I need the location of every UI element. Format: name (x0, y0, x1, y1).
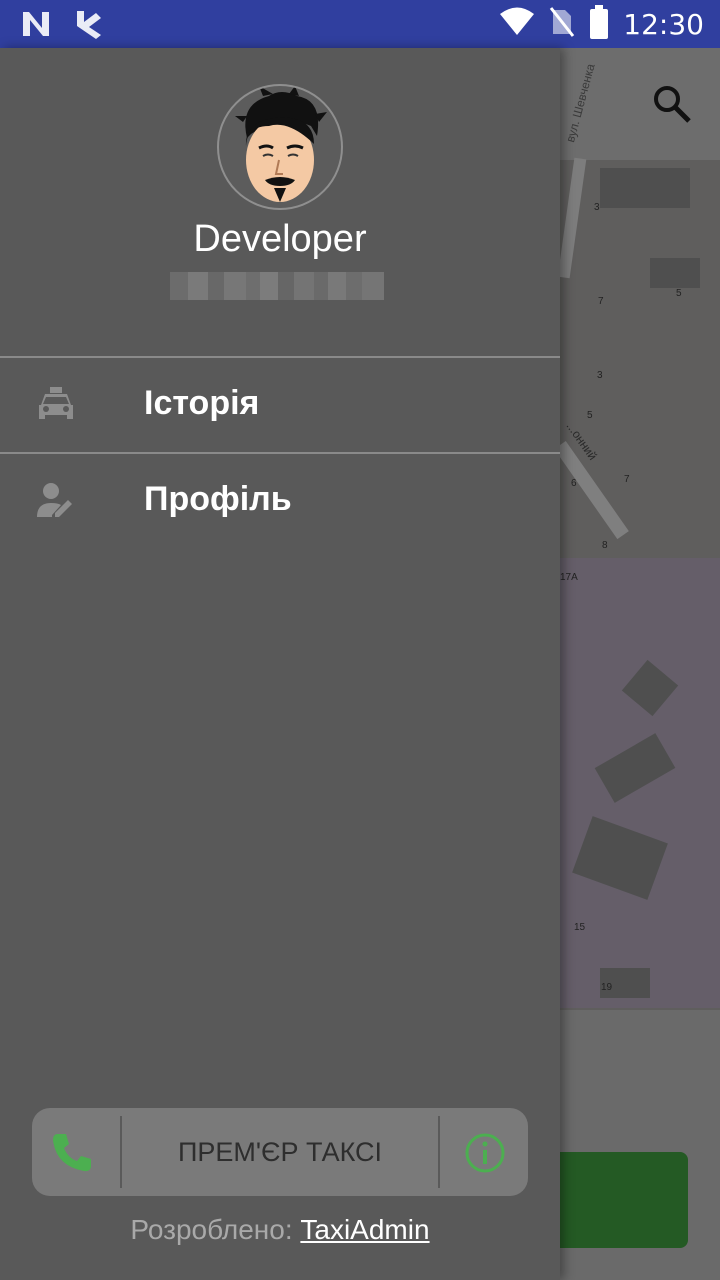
search-icon[interactable] (652, 84, 692, 129)
map-road (557, 157, 587, 279)
company-name: ПРЕМ'ЄР ТАКСІ (177, 1137, 383, 1167)
avatar[interactable] (217, 84, 343, 210)
status-bar: 12:30 (0, 0, 720, 48)
info-icon[interactable] (464, 1132, 506, 1174)
map-house-number: 5 (676, 288, 682, 299)
developer-link[interactable]: TaxiAdmin (300, 1214, 429, 1245)
divider (438, 1116, 440, 1188)
map-house-number: 15 (574, 922, 586, 933)
map-house-number: 3 (597, 370, 603, 381)
map-house-number: 17A (560, 572, 578, 583)
map-house-number: 7 (598, 296, 604, 307)
map-building (650, 258, 700, 288)
map-action-button[interactable] (540, 1152, 688, 1248)
developer-credit: Розроблено: TaxiAdmin (0, 1214, 560, 1246)
map-house-number: 19 (601, 982, 613, 993)
no-sim-icon (549, 6, 575, 43)
navigation-drawer: Developer Історія Профіль ПРЕМ'ЄР ТАКСІ … (0, 48, 560, 1280)
menu-item-label: Профіль (144, 480, 292, 518)
edit-profile-icon (36, 481, 76, 521)
status-clock: 12:30 (623, 7, 704, 41)
map-house-number: 3 (594, 202, 600, 213)
phone-icon[interactable] (50, 1130, 100, 1174)
map-house-number: 6 (571, 478, 577, 489)
wifi-icon (499, 7, 535, 42)
map-house-number: 7 (624, 474, 630, 485)
menu-item-label: Історія (144, 384, 260, 422)
menu-item-history[interactable]: Історія (0, 358, 560, 452)
n-notification-icon (20, 8, 52, 45)
credit-prefix: Розроблено: (130, 1214, 301, 1245)
map-house-number: 5 (587, 410, 593, 421)
menu-item-profile[interactable]: Профіль (0, 454, 560, 548)
map-building (600, 168, 690, 208)
app-notification-icon (74, 8, 104, 45)
taxi-car-icon (36, 385, 76, 425)
user-name: Developer (193, 218, 367, 260)
map-house-number: 8 (602, 540, 608, 551)
battery-icon (589, 4, 609, 44)
contact-bar: ПРЕМ'ЄР ТАКСІ (32, 1108, 528, 1196)
user-phone-redacted (170, 272, 384, 300)
